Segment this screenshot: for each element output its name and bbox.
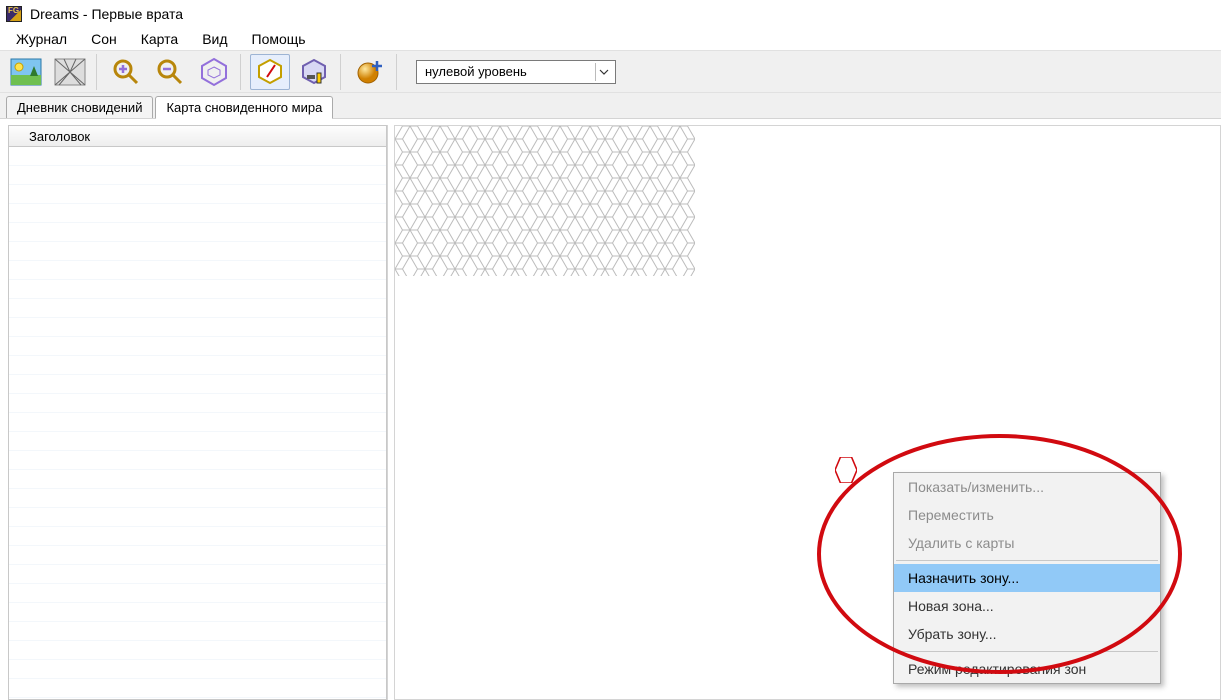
hex-edit-button[interactable] bbox=[250, 54, 290, 90]
chevron-down-icon bbox=[595, 63, 611, 81]
toolbar-sep bbox=[96, 54, 100, 90]
cm-move[interactable]: Переместить bbox=[894, 501, 1160, 529]
cm-new-zone[interactable]: Новая зона... bbox=[894, 592, 1160, 620]
level-select-value: нулевой уровень bbox=[425, 64, 527, 79]
shard-button[interactable] bbox=[50, 54, 90, 90]
menu-view[interactable]: Вид bbox=[192, 29, 237, 49]
menubar: Журнал Сон Карта Вид Помощь bbox=[0, 28, 1221, 50]
window-title: Dreams - Первые врата bbox=[30, 6, 183, 22]
toolbar-sep bbox=[396, 54, 400, 90]
level-select[interactable]: нулевой уровень bbox=[416, 60, 616, 84]
hex-purple-button[interactable] bbox=[194, 54, 234, 90]
menu-map[interactable]: Карта bbox=[131, 29, 188, 49]
toolbar-sep bbox=[340, 54, 344, 90]
cm-separator bbox=[896, 560, 1158, 561]
menu-journal[interactable]: Журнал bbox=[6, 29, 77, 49]
toolbar-sep bbox=[240, 54, 244, 90]
zoom-out-button[interactable] bbox=[150, 54, 190, 90]
list-header[interactable]: Заголовок bbox=[8, 125, 387, 147]
app-icon bbox=[6, 6, 22, 22]
cm-assign-zone[interactable]: Назначить зону... bbox=[894, 564, 1160, 592]
zoom-in-button[interactable] bbox=[106, 54, 146, 90]
side-panel: Заголовок bbox=[8, 125, 388, 700]
sphere-add-button[interactable] bbox=[350, 54, 390, 90]
hex-grid bbox=[395, 126, 695, 276]
landscape-button[interactable] bbox=[6, 54, 46, 90]
tab-dream-diary[interactable]: Дневник сновидений bbox=[6, 96, 153, 118]
titlebar: Dreams - Первые врата bbox=[0, 0, 1221, 28]
list-body[interactable] bbox=[8, 147, 387, 700]
cm-zone-edit-mode[interactable]: Режим редактирования зон bbox=[894, 655, 1160, 683]
cm-separator bbox=[896, 651, 1158, 652]
menu-help[interactable]: Помощь bbox=[242, 29, 316, 49]
menu-sleep[interactable]: Сон bbox=[81, 29, 127, 49]
toolbar: нулевой уровень bbox=[0, 50, 1221, 93]
cm-remove-zone[interactable]: Убрать зону... bbox=[894, 620, 1160, 648]
tabs: Дневник сновидений Карта сновиденного ми… bbox=[0, 93, 1221, 119]
tab-dream-map[interactable]: Карта сновиденного мира bbox=[155, 96, 333, 119]
cm-delete-from-map[interactable]: Удалить с карты bbox=[894, 529, 1160, 557]
hex-tools-button[interactable] bbox=[294, 54, 334, 90]
cm-show-edit[interactable]: Показать/изменить... bbox=[894, 473, 1160, 501]
context-menu: Показать/изменить... Переместить Удалить… bbox=[893, 472, 1161, 684]
